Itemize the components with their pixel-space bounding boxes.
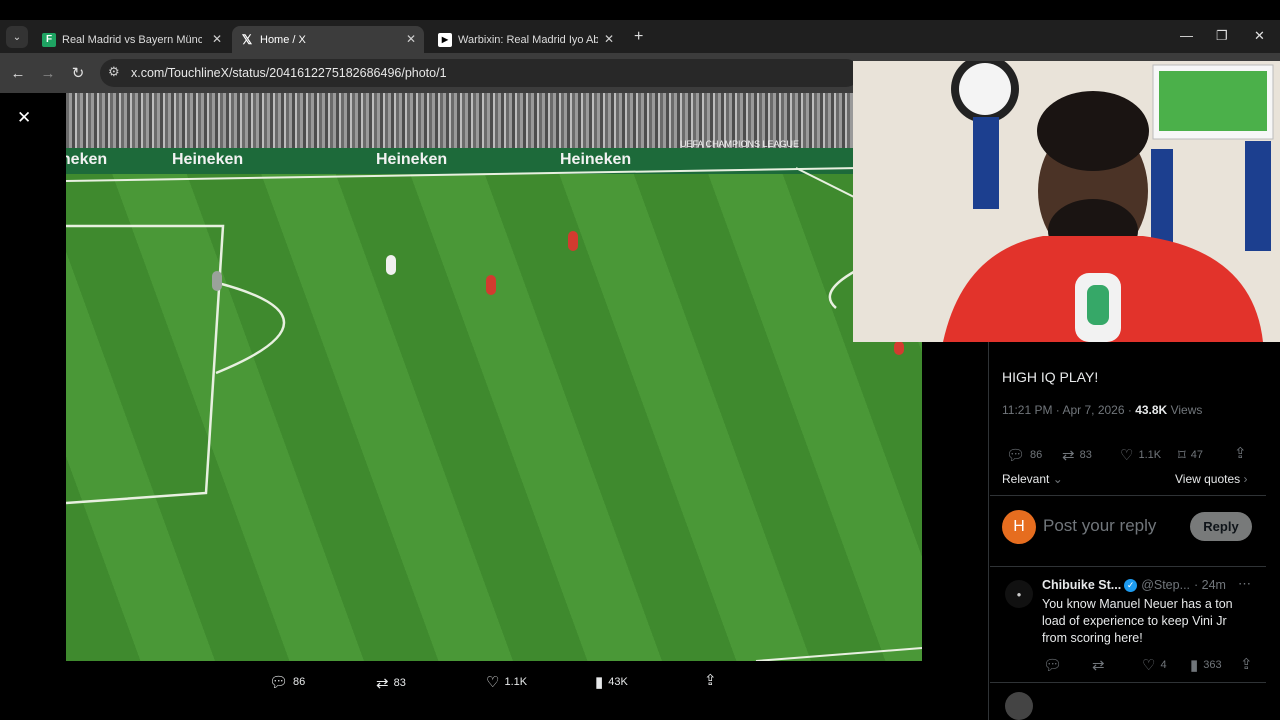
- like-count: 1.1K: [1138, 449, 1162, 461]
- more-options-icon[interactable]: ⋯: [1238, 576, 1251, 592]
- divider: [990, 566, 1266, 567]
- url-text[interactable]: x.com/TouchlineX/status/2041612275182686…: [131, 66, 447, 80]
- close-icon[interactable]: ✕: [604, 32, 614, 46]
- player-red: [568, 231, 578, 251]
- reply-avatar[interactable]: ●: [1005, 580, 1033, 608]
- pitch-lines: [66, 166, 922, 661]
- reply-views-count: 363: [1203, 659, 1222, 671]
- share-button[interactable]: ⇪: [1234, 444, 1252, 462]
- tab-label: Real Madrid vs Bayern München: [62, 33, 202, 46]
- reply-time[interactable]: · 24m: [1194, 578, 1226, 592]
- f-icon: F: [42, 32, 56, 47]
- tab-real-madrid-bayern[interactable]: F Real Madrid vs Bayern München ✕: [34, 26, 230, 53]
- bookmark-icon: ⌑: [1178, 447, 1186, 464]
- player-white: [386, 255, 396, 275]
- views-count: 43K: [608, 676, 628, 688]
- reply-header: Chibuike St... ✓ @Step... · 24m: [1042, 578, 1226, 592]
- tweet-meta: 11:21 PM · Apr 7, 2026 · 43.8K Views: [1002, 403, 1202, 417]
- view-quotes-label: View quotes: [1175, 472, 1241, 486]
- viewer-reply-button[interactable]: 💬︎ 86: [269, 673, 305, 691]
- forward-icon[interactable]: →: [37, 62, 59, 84]
- reply-author-handle[interactable]: @Step...: [1141, 578, 1190, 592]
- reply-input[interactable]: Post your reply: [1043, 516, 1156, 536]
- viewer-repost-button[interactable]: ⇄ 83: [376, 674, 406, 692]
- sort-label: Relevant: [1002, 472, 1050, 486]
- match-photo[interactable]: Heineken Heineken Heineken Heineken UEFA…: [66, 93, 922, 661]
- repost-icon: ⇄: [376, 675, 389, 692]
- reply-like-count: 4: [1160, 659, 1167, 671]
- chevron-down-icon: ⌄: [1049, 472, 1063, 486]
- heart-icon: ♡: [486, 674, 500, 691]
- reply-text: You know Manuel Neuer has a ton load of …: [1042, 597, 1233, 645]
- sort-dropdown[interactable]: Relevant ⌄: [1002, 472, 1063, 486]
- view-quotes-link[interactable]: View quotes ›: [1175, 472, 1248, 486]
- reply-reply-button[interactable]: 💬︎: [1043, 656, 1067, 674]
- webcam-picture: [853, 61, 1280, 342]
- bookmark-count: 47: [1190, 449, 1203, 461]
- chevron-right-icon: ›: [1240, 472, 1248, 486]
- bar-chart-icon: ▮: [595, 674, 604, 691]
- share-icon: ⇪: [1234, 445, 1247, 462]
- repost-button[interactable]: ⇄ 83: [1062, 446, 1092, 464]
- repost-icon: ⇄: [1092, 657, 1105, 674]
- reload-icon[interactable]: ↻: [67, 62, 89, 84]
- divider: [990, 682, 1266, 683]
- repost-count: 83: [393, 677, 406, 689]
- goalkeeper: [212, 271, 222, 291]
- back-icon[interactable]: ←: [7, 62, 29, 84]
- close-icon[interactable]: ✕: [212, 32, 222, 46]
- tweet-text: HIGH IQ PLAY!: [1002, 369, 1099, 385]
- minimize-icon[interactable]: —: [1180, 28, 1193, 43]
- viewer-like-button[interactable]: ♡ 1.1K: [486, 673, 527, 691]
- reply-count: 86: [293, 676, 306, 688]
- tweet-time[interactable]: 11:21 PM · Apr 7, 2026 ·: [1002, 403, 1132, 417]
- reply-icon: 💬︎: [1043, 657, 1063, 674]
- close-viewer-button[interactable]: ✕: [17, 108, 31, 128]
- player-red: [486, 275, 496, 295]
- site-info-icon[interactable]: ⚙: [108, 64, 120, 80]
- avatar[interactable]: H: [1002, 510, 1036, 544]
- reply-icon: 💬︎: [269, 674, 289, 691]
- x-icon: 𝕏: [241, 31, 253, 47]
- tweet-views-label: Views: [1170, 403, 1203, 417]
- reply-author-name[interactable]: Chibuike St...: [1042, 578, 1121, 592]
- tab-label: Warbixin: Real Madrid Iyo Abbo: [458, 33, 598, 46]
- repost-icon: ⇄: [1062, 447, 1075, 464]
- reply-button[interactable]: 💬︎ 86: [1006, 446, 1042, 464]
- reply-submit-button[interactable]: Reply: [1190, 512, 1252, 541]
- tab-home-x[interactable]: 𝕏 Home / X ✕: [232, 26, 424, 53]
- share-icon: ⇪: [1240, 656, 1253, 673]
- reply-repost-button[interactable]: ⇄: [1092, 656, 1110, 674]
- viewer-share-button[interactable]: ⇪: [704, 671, 722, 689]
- reply-views-button[interactable]: ▮ 363: [1190, 656, 1222, 674]
- window-close-icon[interactable]: ✕: [1254, 28, 1265, 44]
- viewer-views-button[interactable]: ▮ 43K: [595, 673, 628, 691]
- tweet-views-count: 43.8K: [1135, 403, 1168, 417]
- tab-warbixin[interactable]: ▶ Warbixin: Real Madrid Iyo Abbo ✕: [430, 26, 622, 53]
- reply-like-button[interactable]: ♡ 4: [1142, 656, 1167, 674]
- heart-icon: ♡: [1142, 657, 1156, 674]
- bookmark-button[interactable]: ⌑ 47: [1178, 446, 1203, 464]
- webcam-overlay: [853, 61, 1280, 342]
- restore-icon[interactable]: ❐: [1216, 28, 1228, 44]
- reply-icon: 💬︎: [1006, 447, 1026, 464]
- tab-search-button[interactable]: ⌄: [6, 26, 28, 48]
- close-icon[interactable]: ✕: [406, 32, 416, 46]
- verified-badge-icon: ✓: [1124, 578, 1138, 592]
- divider: [990, 495, 1266, 496]
- reply-share-button[interactable]: ⇪: [1240, 655, 1258, 673]
- next-reply-avatar[interactable]: [1005, 692, 1033, 720]
- player-red: [894, 341, 904, 355]
- play-icon: ▶: [438, 32, 452, 47]
- reply-count: 86: [1030, 449, 1043, 461]
- like-count: 1.1K: [504, 676, 528, 688]
- tab-label: Home / X: [260, 33, 306, 46]
- new-tab-button[interactable]: +: [634, 28, 643, 46]
- like-button[interactable]: ♡ 1.1K: [1120, 446, 1161, 464]
- repost-count: 83: [1079, 449, 1092, 461]
- screen-top-bar: [0, 0, 1280, 20]
- bar-chart-icon: ▮: [1190, 657, 1199, 674]
- heart-icon: ♡: [1120, 447, 1134, 464]
- share-icon: ⇪: [704, 672, 717, 689]
